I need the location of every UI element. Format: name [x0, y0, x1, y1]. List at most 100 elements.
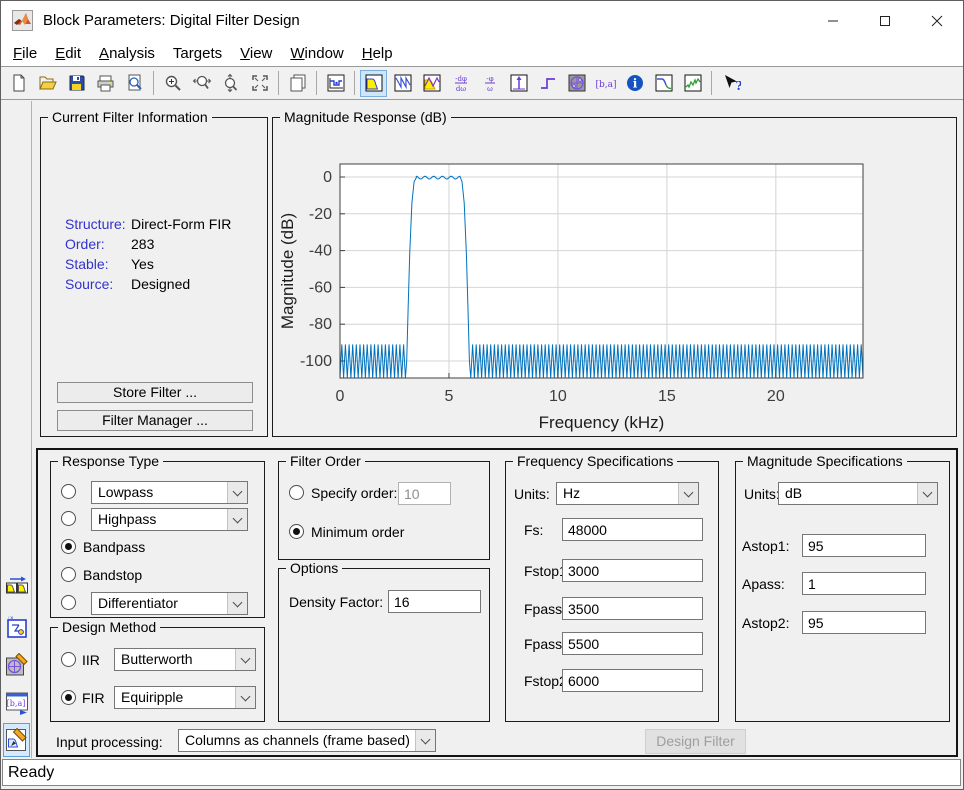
- print-icon[interactable]: [92, 70, 119, 97]
- combo-button[interactable]: [235, 687, 255, 708]
- magnitude-input-apass[interactable]: [802, 572, 926, 595]
- menu-file[interactable]: File: [4, 45, 46, 62]
- close-icon[interactable]: [911, 1, 963, 40]
- response-type-radio-lowpass[interactable]: [61, 484, 76, 499]
- frequency-input-fstop1[interactable]: [562, 559, 703, 582]
- phase-delay-icon[interactable]: -φω: [476, 70, 503, 97]
- menu-help[interactable]: Help: [353, 45, 402, 62]
- filter-order-group: Filter Order Specify order: Minimum orde…: [278, 461, 490, 560]
- response-type-label-bandstop: Bandstop: [83, 567, 142, 583]
- chevron-down-icon: [684, 488, 694, 498]
- lowpass-combo[interactable]: Lowpass: [91, 481, 248, 504]
- minimum-order-label: Minimum order: [311, 524, 404, 540]
- input-processing-combo-button[interactable]: [415, 730, 435, 751]
- design-filter-icon[interactable]: [3, 723, 30, 757]
- highpass-combo[interactable]: Highpass: [91, 508, 248, 531]
- filter-information-icon[interactable]: i: [621, 70, 648, 97]
- menu-analysis[interactable]: Analysis: [90, 45, 164, 62]
- menu-window[interactable]: Window: [281, 45, 352, 62]
- svg-text:-φ: -φ: [486, 75, 493, 83]
- filter-coefficients-icon[interactable]: [b,a]: [592, 70, 619, 97]
- chevron-down-icon: [241, 654, 251, 664]
- new-session-icon[interactable]: [5, 70, 32, 97]
- svg-text:-60: -60: [309, 279, 332, 296]
- round-off-noise-spectrum-icon[interactable]: [679, 70, 706, 97]
- impulse-response-icon[interactable]: [505, 70, 532, 97]
- combo-button[interactable]: [227, 509, 247, 530]
- input-processing-combo[interactable]: Columns as channels (frame based): [178, 729, 436, 752]
- phase-response-icon[interactable]: [389, 70, 416, 97]
- toolbar-separator: [711, 71, 712, 95]
- density-factor-input[interactable]: [388, 590, 481, 613]
- minimize-icon[interactable]: [807, 1, 859, 40]
- differentiator-combo[interactable]: Differentiator: [91, 592, 248, 615]
- frequency-input-fstop2[interactable]: [562, 669, 703, 692]
- minimum-order-radio[interactable]: [289, 524, 304, 539]
- frequency-input-fpass2[interactable]: [562, 632, 703, 655]
- response-type-radio-bandpass[interactable]: [61, 539, 76, 554]
- magnitude-units-value: dB: [785, 483, 802, 504]
- svg-text:0: 0: [336, 388, 345, 405]
- context-help-icon[interactable]: ?: [717, 70, 744, 97]
- response-type-radio-differentiator[interactable]: [61, 595, 76, 610]
- pole-zero-editor-icon[interactable]: [3, 648, 30, 682]
- print-to-figure-icon[interactable]: [284, 70, 311, 97]
- frequency-units-combo[interactable]: Hz: [556, 482, 699, 505]
- design-method-radio-iir[interactable]: [61, 652, 76, 667]
- iir-method-combo[interactable]: Butterworth: [114, 648, 256, 671]
- options-title: Options: [286, 560, 342, 576]
- chevron-down-icon: [923, 488, 933, 498]
- combo-button[interactable]: [235, 649, 255, 670]
- response-type-label-bandpass: Bandpass: [83, 539, 145, 555]
- maximize-icon[interactable]: [859, 1, 911, 40]
- magnitude-response-icon[interactable]: [360, 70, 387, 97]
- specify-order-radio[interactable]: [289, 485, 304, 500]
- filter-specifications-icon[interactable]: [322, 70, 349, 97]
- magnitude-units-combo-button[interactable]: [917, 483, 937, 504]
- svg-text:-80: -80: [309, 316, 332, 333]
- specify-order-input[interactable]: [398, 482, 451, 505]
- group-delay-icon[interactable]: -dφdω: [447, 70, 474, 97]
- frequency-input-fpass1[interactable]: [562, 597, 703, 620]
- svg-text:-20: -20: [309, 206, 332, 223]
- zoom-x-icon[interactable]: [188, 70, 215, 97]
- store-filter-button[interactable]: Store Filter ...: [57, 382, 253, 403]
- full-view-icon[interactable]: [246, 70, 273, 97]
- svg-text:[b,a]: [b,a]: [596, 80, 616, 90]
- open-session-icon[interactable]: [34, 70, 61, 97]
- menu-edit[interactable]: Edit: [46, 45, 90, 62]
- import-filter-icon[interactable]: [b,a]: [3, 686, 30, 720]
- transform-filter-icon[interactable]: [3, 571, 30, 605]
- design-method-radio-fir[interactable]: [61, 690, 76, 705]
- zoom-y-icon[interactable]: [217, 70, 244, 97]
- toolbar-separator: [153, 71, 154, 95]
- combo-button[interactable]: [227, 482, 247, 503]
- combo-button[interactable]: [227, 593, 247, 614]
- design-filter-button[interactable]: Design Filter: [645, 729, 746, 754]
- menu-bar: FileEditAnalysisTargetsViewWindowHelp: [1, 40, 963, 66]
- magnitude-input-astop1[interactable]: [802, 534, 926, 557]
- magnitude-input-astop2[interactable]: [802, 611, 926, 634]
- pole-zero-plot-icon[interactable]: [563, 70, 590, 97]
- combo-value: Lowpass: [98, 482, 153, 503]
- response-type-radio-bandstop[interactable]: [61, 567, 76, 582]
- menu-view[interactable]: View: [231, 45, 281, 62]
- frequency-input-fs[interactable]: [562, 518, 703, 541]
- response-type-radio-highpass[interactable]: [61, 511, 76, 526]
- side-toolbar: ↓× [b,a]: [1, 101, 32, 758]
- step-response-icon[interactable]: [534, 70, 561, 97]
- menu-targets[interactable]: Targets: [164, 45, 231, 62]
- toolbar-separator: [316, 71, 317, 95]
- magnitude-units-combo[interactable]: dB: [778, 482, 938, 505]
- magnitude-and-phase-icon[interactable]: [418, 70, 445, 97]
- filter-manager-button[interactable]: Filter Manager ...: [57, 410, 253, 431]
- realize-model-icon[interactable]: ↓×: [3, 610, 30, 644]
- print-preview-icon[interactable]: [121, 70, 148, 97]
- svg-text:[b,a]: [b,a]: [6, 699, 25, 708]
- zoom-in-icon[interactable]: [159, 70, 186, 97]
- save-session-icon[interactable]: [63, 70, 90, 97]
- frequency-units-combo-button[interactable]: [678, 483, 698, 504]
- magnitude-response-estimate-icon[interactable]: [650, 70, 677, 97]
- status-bar: Ready: [2, 759, 961, 786]
- fir-method-combo[interactable]: Equiripple: [114, 686, 256, 709]
